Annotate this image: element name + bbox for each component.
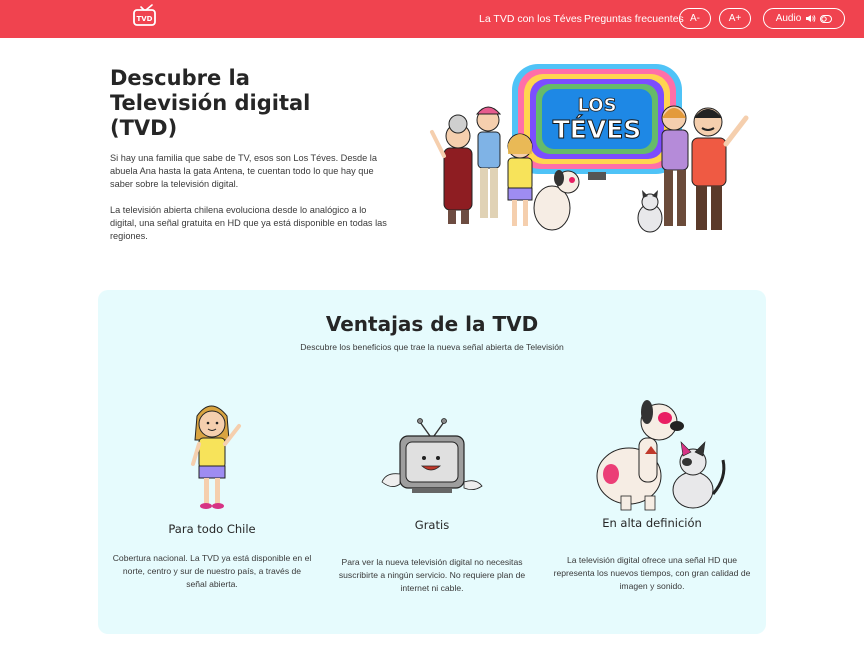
audio-toggle-button[interactable]: Audio: [763, 8, 845, 29]
font-increase-label: A+: [728, 13, 742, 24]
logo-text: TVD: [136, 15, 152, 23]
retro-tv-icon: [381, 418, 483, 493]
feature-title: Gratis: [414, 518, 450, 532]
cat-character: [637, 190, 663, 233]
nav-la-tvd-con-los-teves[interactable]: La TVD con los Téves: [479, 0, 582, 38]
feature-title: Para todo Chile: [168, 522, 256, 536]
font-decrease-button[interactable]: A-: [679, 8, 711, 29]
feature-card-alta-definicion: En alta definición La televisión digital…: [552, 398, 752, 591]
boy-character: [475, 106, 502, 218]
nav-preguntas-frecuentes[interactable]: Preguntas frecuentes: [584, 0, 684, 38]
los-teves-family-illustration: LOS TÉVES: [430, 64, 749, 233]
los-teves-sign: LOS TÉVES: [512, 64, 682, 180]
mother-character: [661, 105, 689, 226]
font-decrease-label: A-: [690, 13, 700, 24]
feature-card-para-todo-chile: Para todo Chile Cobertura nacional. La T…: [112, 398, 312, 589]
hero-paragraph-intro: Si hay una familia que sabe de TV, esos …: [110, 153, 377, 189]
toggle-switch-icon: [820, 14, 833, 23]
ventajas-title: Ventajas de la TVD: [325, 312, 539, 336]
feature-description: La televisión digital ofrece una señal H…: [553, 555, 751, 591]
grandma-character: [430, 114, 473, 224]
tvd-logo[interactable]: TVD: [132, 4, 158, 28]
audio-label: Audio: [775, 13, 802, 24]
dog-and-cat-icon: [596, 400, 726, 511]
top-navbar: TVD La TVD con los Téves Preguntas frecu…: [0, 0, 864, 38]
sign-text-top: LOS: [577, 95, 616, 116]
ventajas-section: Ventajas de la TVD Descubre los benefici…: [98, 290, 766, 634]
feature-description: Cobertura nacional. La TVD ya está dispo…: [112, 553, 312, 589]
speaker-icon: [806, 14, 816, 23]
feature-title: En alta definición: [602, 516, 702, 530]
girl-character: [507, 133, 533, 226]
hero-title: Descubre la Televisión digital (TVD): [110, 66, 311, 140]
sign-text-bottom: TÉVES: [553, 115, 642, 144]
font-increase-button[interactable]: A+: [719, 8, 751, 29]
father-character: [691, 107, 749, 230]
ventajas-subtitle: Descubre los beneficios que trae la nuev…: [300, 342, 564, 352]
dog-character: [533, 170, 580, 231]
feature-description: Para ver la nueva televisión digital no …: [338, 557, 526, 593]
hero-paragraph-evolution: La televisión abierta chilena evoluciona…: [110, 205, 387, 241]
feature-card-gratis: Gratis Para ver la nueva televisión digi…: [332, 398, 532, 593]
girl-waving-icon: [191, 405, 241, 509]
tv-logo-icon: TVD: [133, 4, 156, 26]
